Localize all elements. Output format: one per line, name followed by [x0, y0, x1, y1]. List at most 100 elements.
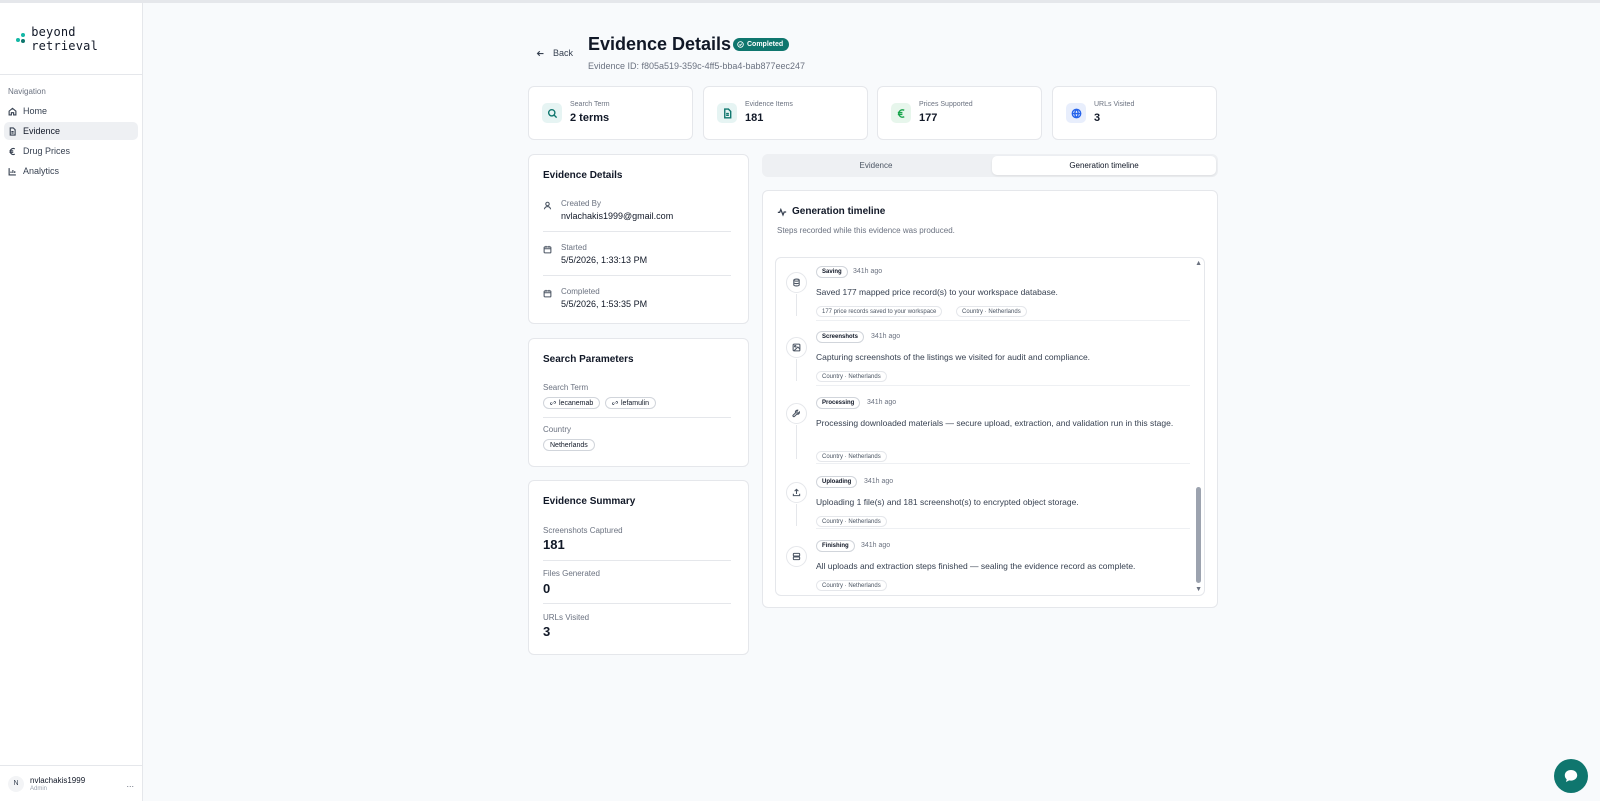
user-role: Admin: [30, 785, 48, 792]
sidebar-item-label: Evidence: [23, 126, 61, 136]
timeline-scroll-area[interactable]: Saving 341h ago Saved 177 mapped price r…: [775, 257, 1205, 596]
sidebar-item-analytics[interactable]: Analytics: [4, 162, 138, 180]
country-chip: Netherlands: [543, 439, 595, 451]
completed-label: Completed: [561, 287, 600, 296]
divider: [543, 231, 731, 232]
back-button[interactable]: Back: [536, 48, 573, 58]
stage-badge: Saving: [816, 266, 848, 278]
stage-badge: Screenshots: [816, 331, 865, 343]
urls-value: 3: [543, 624, 551, 639]
sidebar-item-home[interactable]: Home: [4, 102, 138, 120]
link-icon: [550, 401, 556, 405]
brand-logo[interactable]: beyond retrieval: [0, 3, 142, 75]
divider: [543, 603, 731, 604]
meta-chip: Country · Netherlands: [816, 371, 887, 382]
country-value: Netherlands: [550, 441, 588, 449]
card-title: Evidence Details: [543, 170, 623, 181]
country-label: Country: [543, 425, 572, 434]
search-term-value: lefamulin: [621, 399, 650, 407]
brand-name: beyond retrieval: [31, 24, 99, 53]
wrench-icon: [786, 403, 807, 424]
stage-time: 341h ago: [867, 399, 897, 406]
back-label: Back: [553, 48, 574, 58]
timeline-message: Capturing screenshots of the listings we…: [816, 352, 1091, 362]
stat-value: 3: [1094, 112, 1101, 124]
stat-card-urls-visited: URLs Visited 3: [1052, 86, 1217, 140]
card-title: Evidence Summary: [543, 496, 636, 507]
stage-time: 341h ago: [871, 333, 901, 340]
divider: [543, 417, 731, 418]
search-term-chip: lecanemab: [543, 397, 601, 409]
screenshots-label: Screenshots Captured: [543, 526, 623, 535]
image-icon: [786, 337, 807, 358]
server-icon: [786, 546, 807, 567]
document-icon: [9, 126, 16, 136]
user-name: nvlachakis1999: [30, 775, 86, 785]
check-circle-icon: [737, 41, 744, 48]
meta-chip: Country · Netherlands: [816, 451, 887, 462]
stage-time: 341h ago: [864, 478, 894, 485]
user-icon: [543, 201, 552, 210]
scroll-up-arrow-icon[interactable]: ▲: [1195, 260, 1202, 267]
home-icon: [8, 107, 17, 115]
tab-generation-timeline[interactable]: Generation timeline: [992, 156, 1216, 175]
timeline-entry-finishing: Finishing 341h ago All uploads and extra…: [776, 540, 1190, 595]
database-icon: [786, 272, 807, 293]
sidebar-item-label: Drug Prices: [23, 146, 71, 156]
euro-icon: [9, 147, 16, 155]
divider: [816, 463, 1190, 464]
divider: [543, 275, 731, 276]
arrow-left-icon: [536, 50, 544, 56]
more-options-icon[interactable]: ...: [126, 779, 134, 789]
evidence-id: Evidence ID: f805a519-359c-4ff5-bba4-bab…: [588, 61, 805, 71]
timeline-message: Processing downloaded materials — secure…: [816, 418, 1174, 428]
stat-label: URLs Visited: [1094, 101, 1135, 108]
stat-label: Prices Supported: [919, 101, 973, 108]
timeline-title: Generation timeline: [792, 206, 886, 217]
urls-label: URLs Visited: [543, 613, 590, 622]
meta-chip: Country · Netherlands: [956, 306, 1027, 317]
tab-evidence[interactable]: Evidence: [764, 156, 988, 175]
chat-button[interactable]: [1554, 759, 1588, 793]
timeline-entry-saving: Saving 341h ago Saved 177 mapped price r…: [776, 266, 1190, 324]
timeline-entry-uploading: Uploading 341h ago Uploading 1 file(s) a…: [776, 476, 1190, 534]
sidebar-item-label: Home: [23, 106, 48, 116]
stat-label: Search Term: [570, 101, 610, 108]
globe-icon: [1066, 103, 1086, 123]
sidebar-item-evidence[interactable]: Evidence: [4, 122, 138, 140]
stat-label: Evidence Items: [745, 101, 793, 108]
meta-chip: 177 price records saved to your workspac…: [816, 306, 943, 317]
nav-heading: Navigation: [8, 87, 46, 96]
link-icon: [612, 401, 618, 405]
timeline-connector: [796, 359, 797, 381]
sidebar: beyond retrieval Navigation Home Evidenc…: [0, 3, 143, 801]
euro-icon: [891, 103, 911, 123]
timeline-connector: [796, 294, 797, 316]
avatar: N: [8, 775, 24, 792]
stage-time: 341h ago: [861, 542, 891, 549]
logo-dots-icon: [16, 32, 27, 45]
stage-badge: Uploading: [816, 476, 858, 488]
search-term-chip: lefamulin: [605, 397, 657, 409]
scroll-down-arrow-icon[interactable]: ▼: [1195, 586, 1202, 593]
detail-tabs: Evidence Generation timeline: [762, 154, 1218, 177]
stat-card-evidence-items: Evidence Items 181: [703, 86, 868, 140]
files-value: 0: [543, 581, 551, 596]
meta-chip: Country · Netherlands: [816, 516, 887, 527]
timeline-entry-processing: Processing 341h ago Processing downloade…: [776, 397, 1190, 469]
sidebar-item-drug-prices[interactable]: Drug Prices: [4, 142, 138, 160]
divider: [543, 560, 731, 561]
stat-card-search-term: Search Term 2 terms: [528, 86, 693, 140]
calendar-icon: [543, 289, 552, 298]
timeline-connector: [796, 504, 797, 526]
user-menu[interactable]: N nvlachakis1999 Admin ...: [0, 765, 142, 801]
screenshots-value: 181: [543, 537, 565, 552]
started-value: 5/5/2026, 1:33:13 PM: [561, 255, 648, 265]
timeline-subtitle: Steps recorded while this evidence was p…: [777, 226, 955, 235]
status-label: Completed: [747, 41, 784, 48]
stat-value: 177: [919, 112, 938, 124]
sidebar-item-label: Analytics: [23, 166, 60, 176]
stage-badge: Finishing: [816, 540, 855, 552]
scrollbar-thumb[interactable]: [1196, 487, 1201, 583]
stage-time: 341h ago: [853, 268, 883, 275]
